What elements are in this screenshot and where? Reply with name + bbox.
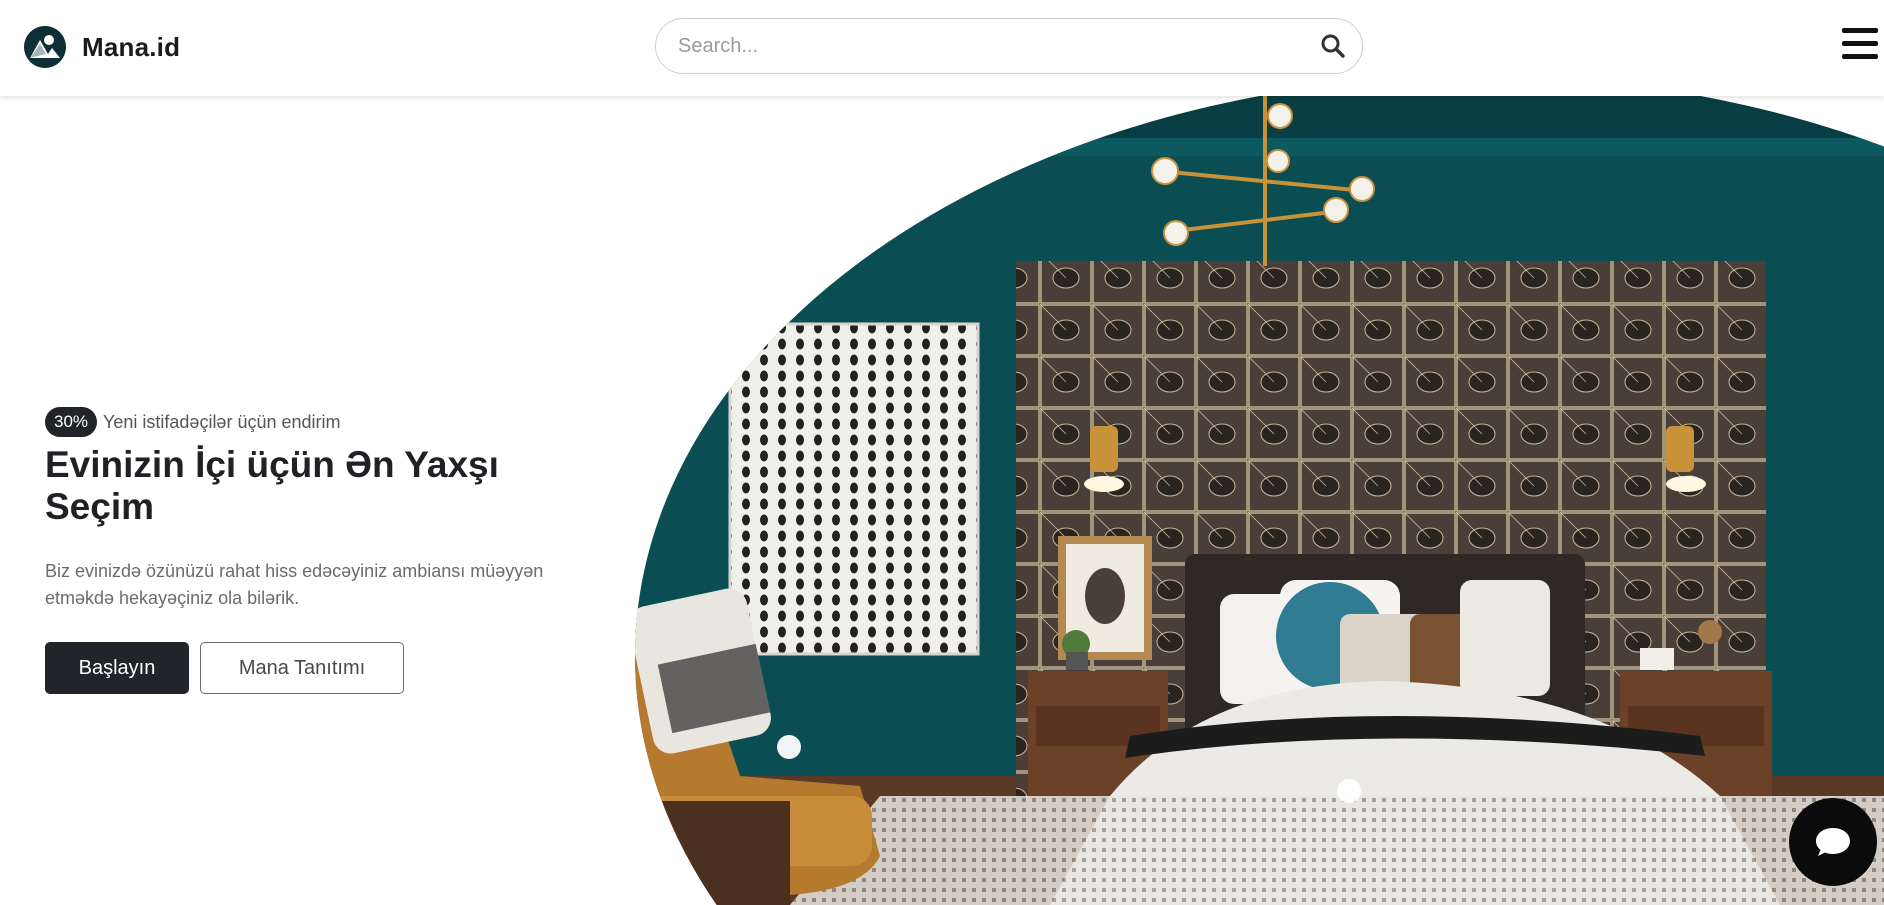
slider-dot[interactable] — [777, 735, 801, 759]
hero-description: Biz evinizdə özünüzü rahat hiss edəcəyin… — [45, 561, 544, 608]
hamburger-menu-icon[interactable] — [1842, 28, 1878, 62]
search-bar — [655, 18, 1363, 74]
brand[interactable]: Mana.id — [24, 26, 180, 68]
mountain-sun-logo-icon — [24, 26, 66, 68]
promo-row: 30% Yeni istifadəçilər üçün endirim — [45, 407, 341, 437]
chat-bubble-icon — [1816, 828, 1850, 856]
get-started-button[interactable]: Başlayın — [45, 642, 189, 694]
search-input[interactable] — [676, 19, 1280, 74]
discount-badge: 30% — [45, 407, 98, 437]
mana-intro-button[interactable]: Mana Tanıtımı — [200, 642, 404, 694]
slider-dot[interactable] — [1337, 779, 1361, 803]
top-navbar: Mana.id — [0, 0, 1884, 96]
chat-button[interactable] — [1789, 798, 1877, 886]
hero-title: Evinizin İçi üçün Ən Yaxşı Seçim — [45, 444, 499, 527]
promo-text: Yeni istifadəçilər üçün endirim — [103, 411, 341, 432]
search-icon[interactable] — [1320, 33, 1346, 59]
brand-name: Mana.id — [82, 31, 181, 62]
